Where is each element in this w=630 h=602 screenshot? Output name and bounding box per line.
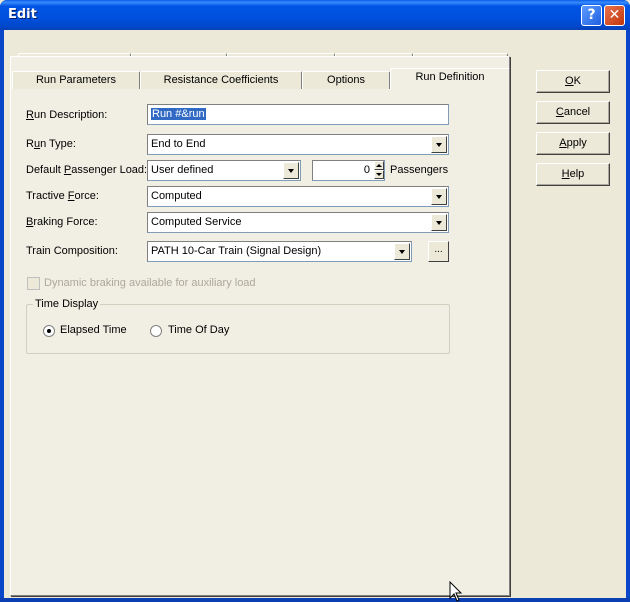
chevron-down-icon[interactable]: [431, 214, 447, 231]
passengers-unit-label: Passengers: [390, 164, 449, 176]
spin-buttons[interactable]: [374, 161, 384, 180]
window-frame-bottom: [0, 598, 630, 602]
run-description-value: Run #&run: [151, 108, 206, 120]
chevron-down-icon[interactable]: [394, 243, 410, 260]
tab-resistance-coefficients[interactable]: Resistance Coefficients: [140, 71, 302, 89]
train-composition-label: Train Composition:: [26, 245, 118, 257]
tab-options[interactable]: Options: [302, 71, 390, 89]
run-type-value: End to End: [151, 138, 206, 150]
spin-down-icon[interactable]: [374, 170, 384, 179]
cancel-button[interactable]: Cancel: [536, 101, 610, 124]
help-button[interactable]: Help: [536, 163, 610, 186]
train-composition-value: PATH 10-Car Train (Signal Design): [151, 245, 322, 257]
run-description-label: Run Description:: [26, 109, 108, 121]
time-display-title: Time Display: [33, 298, 101, 310]
window-frame-right: [626, 30, 630, 602]
passenger-load-label: Default Passenger Load:: [26, 164, 148, 176]
edit-dialog: Edit ? ✕ Start/End Locations Station Sto…: [0, 0, 630, 602]
passenger-count-value: 0: [363, 164, 370, 176]
tractive-force-label: Tractive Force:: [26, 190, 99, 202]
passenger-load-value: User defined: [151, 164, 214, 176]
braking-force-value: Computed Service: [151, 216, 242, 228]
run-type-label: Run Type:: [26, 138, 76, 150]
chevron-down-icon[interactable]: [431, 136, 447, 153]
elapsed-time-radio[interactable]: [43, 325, 55, 337]
browse-train-composition-button[interactable]: ...: [428, 241, 449, 262]
help-title-button[interactable]: ?: [581, 5, 602, 26]
time-of-day-label: Time Of Day: [168, 324, 230, 336]
braking-force-label: Braking Force:: [26, 216, 98, 228]
chevron-down-icon[interactable]: [283, 162, 299, 179]
time-of-day-radio[interactable]: [150, 325, 162, 337]
window-title: Edit: [8, 7, 37, 22]
passenger-load-select[interactable]: User defined: [147, 160, 301, 181]
dynamic-braking-checkbox[interactable]: [27, 277, 40, 290]
braking-force-select[interactable]: Computed Service: [147, 212, 449, 233]
ok-button[interactable]: OK: [536, 70, 610, 93]
mouse-pointer-icon: [449, 581, 463, 602]
run-type-select[interactable]: End to End: [147, 134, 449, 155]
tab-run-definition[interactable]: Run Definition: [390, 68, 510, 90]
title-bar[interactable]: Edit ? ✕: [0, 0, 630, 30]
apply-button[interactable]: Apply: [536, 132, 610, 155]
train-composition-select[interactable]: PATH 10-Car Train (Signal Design): [147, 241, 412, 262]
tab-run-parameters[interactable]: Run Parameters: [12, 71, 140, 89]
passenger-count-stepper[interactable]: 0: [312, 160, 385, 181]
elapsed-time-label: Elapsed Time: [60, 324, 127, 336]
close-icon: ✕: [608, 7, 621, 23]
tractive-force-value: Computed: [151, 190, 202, 202]
tractive-force-select[interactable]: Computed: [147, 186, 449, 207]
chevron-down-icon[interactable]: [431, 188, 447, 205]
question-icon: ?: [587, 7, 596, 23]
spin-up-icon[interactable]: [374, 161, 384, 170]
close-button[interactable]: ✕: [604, 5, 625, 26]
dynamic-braking-label: Dynamic braking available for auxiliary …: [44, 277, 256, 289]
run-description-input[interactable]: Run #&run: [147, 104, 449, 125]
